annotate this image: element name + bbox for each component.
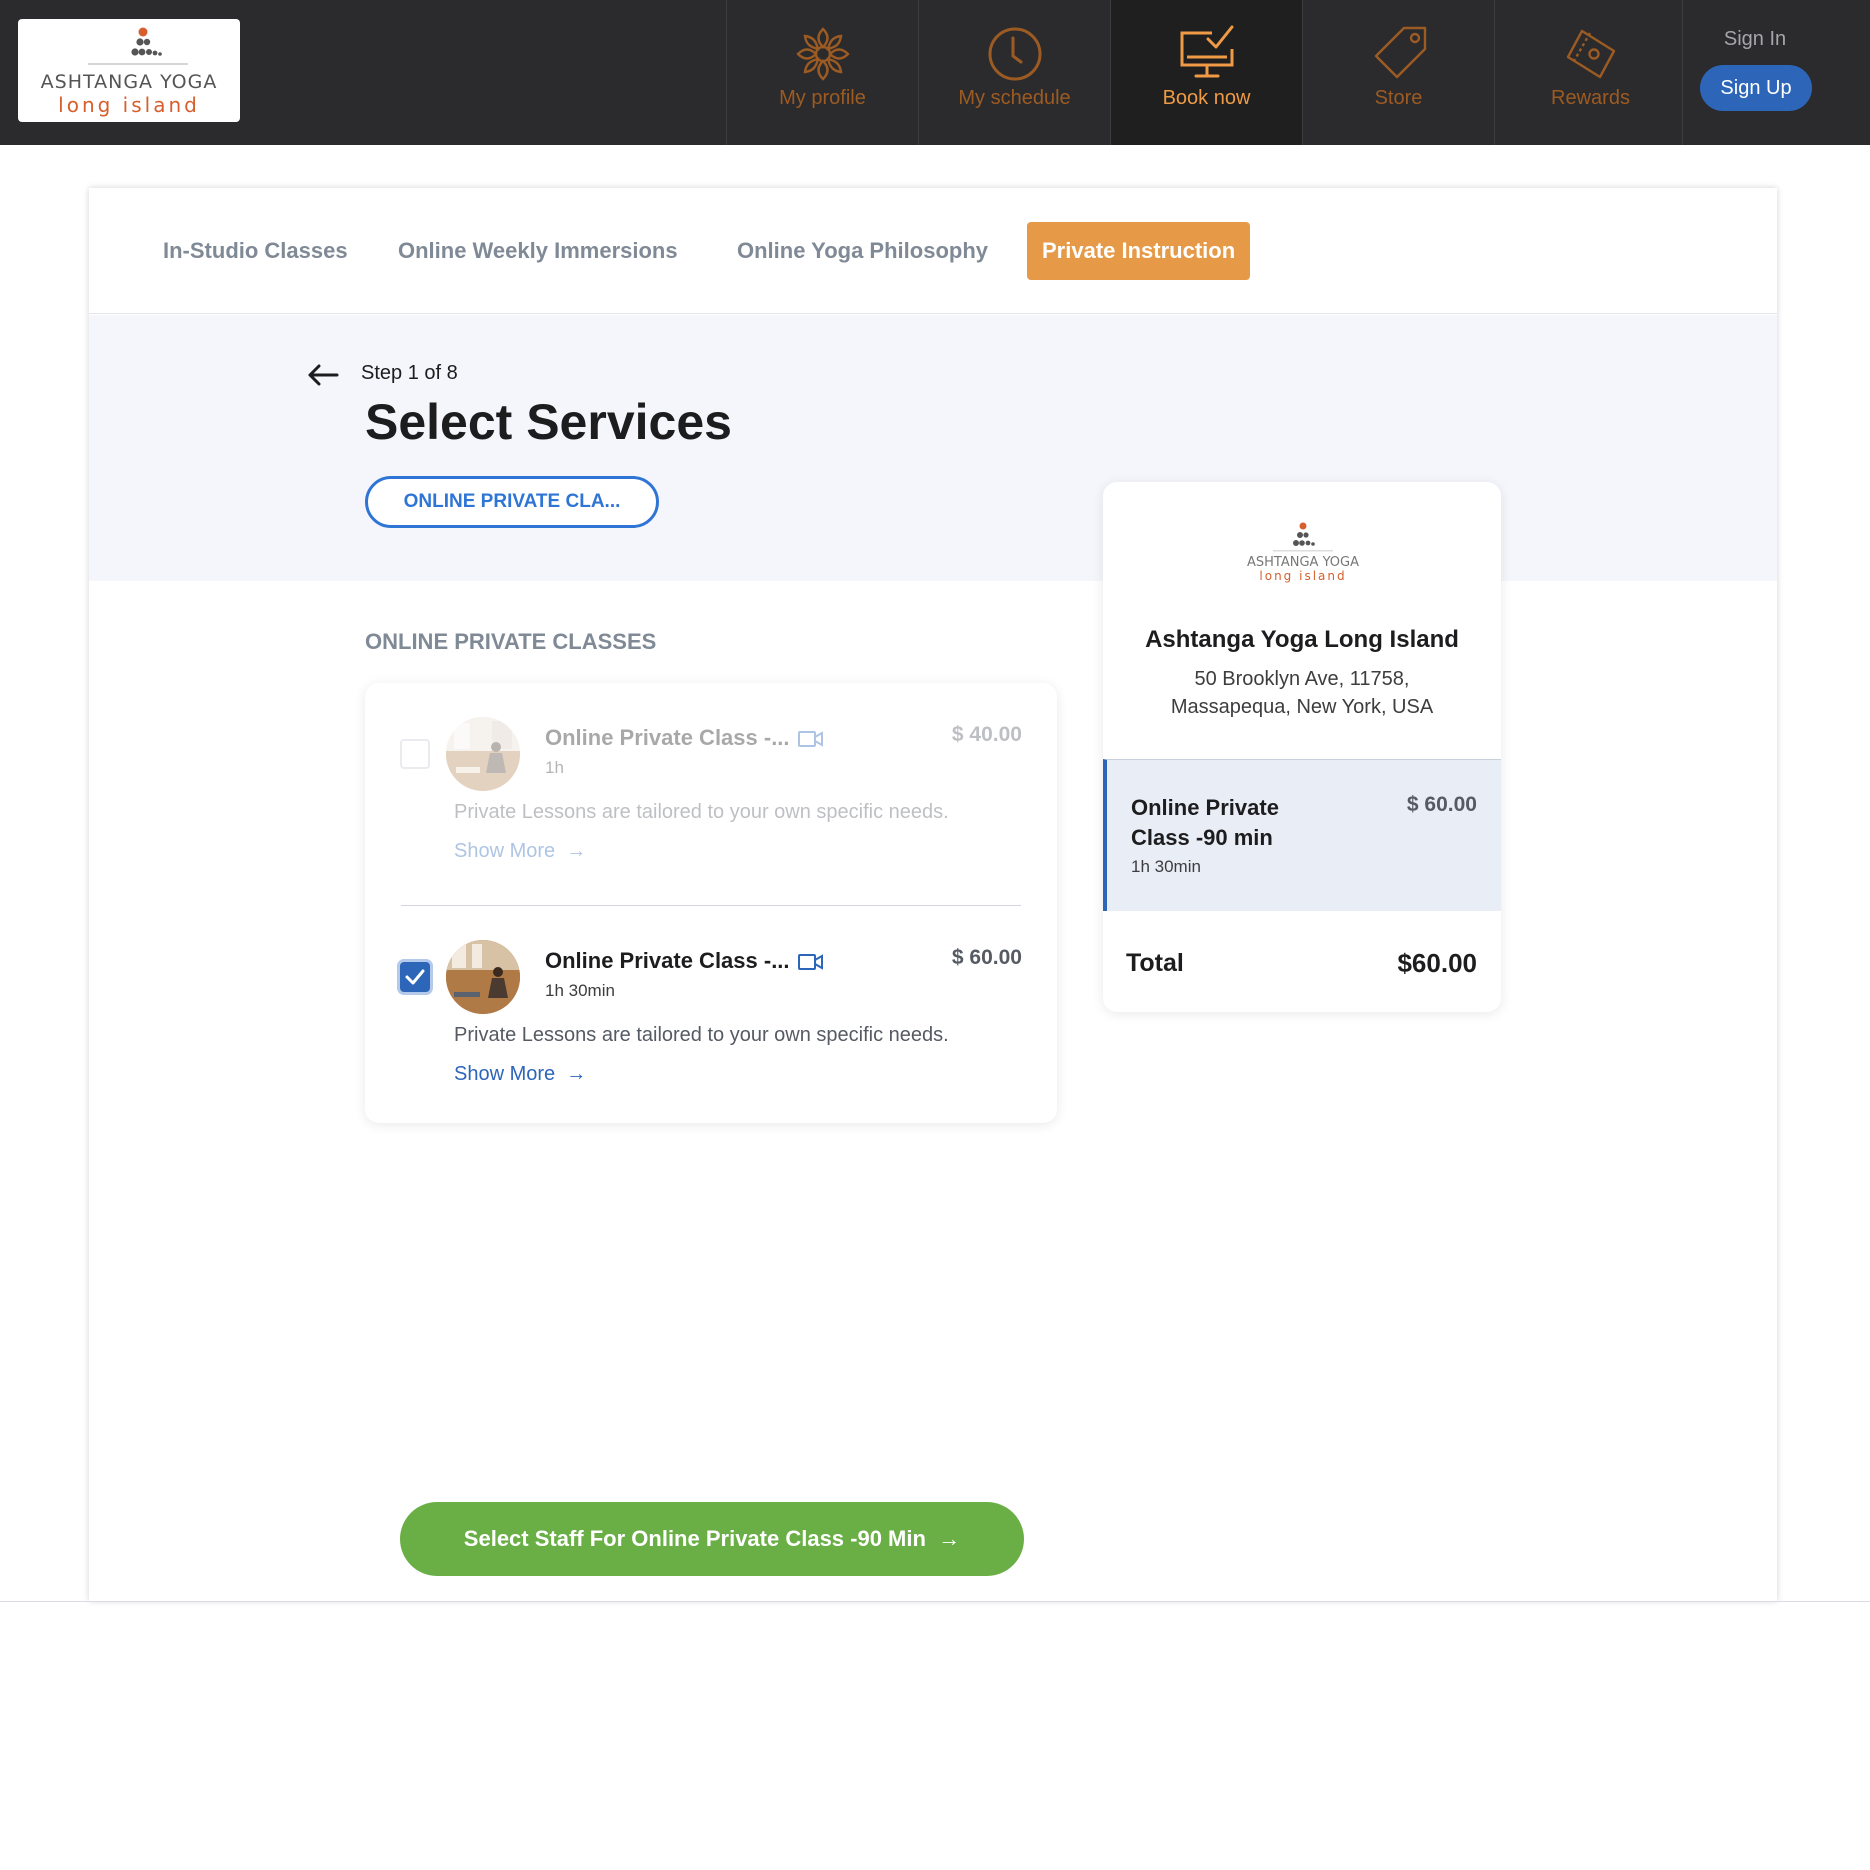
main-nav: My profile My schedule Book now Store Re… <box>726 0 1686 145</box>
nav-rewards[interactable]: Rewards <box>1494 0 1686 145</box>
category-filter-pill[interactable]: ONLINE PRIVATE CLA... <box>365 476 659 528</box>
booking-card: In-Studio Classes Online Weekly Immersio… <box>89 188 1777 1601</box>
service-duration: 1h <box>545 758 564 777</box>
video-camera-icon <box>798 954 823 970</box>
total-label: Total <box>1126 949 1184 977</box>
yoga-room-image <box>446 717 520 791</box>
service-name: Online Private Class -... <box>545 948 790 973</box>
studio-logo-small: ASHTANGA YOGA long island <box>1247 522 1359 583</box>
tab-in-studio-classes[interactable]: In-Studio Classes <box>148 222 363 280</box>
nav-label: Store <box>1374 87 1423 109</box>
auth-area: Sign In Sign Up <box>1682 0 1870 145</box>
sign-up-button[interactable]: Sign Up <box>1700 65 1812 111</box>
nav-label: Book now <box>1162 87 1251 109</box>
show-more-label: Show More <box>454 1063 556 1085</box>
selected-service-summary: Online Private Class -90 min 1h 30min $ … <box>1103 759 1501 911</box>
service-price: $ 60.00 <box>951 946 1022 969</box>
step-indicator: Step 1 of 8 <box>361 362 458 384</box>
service-item[interactable]: Online Private Class -... 1h $ 40.00 Pri… <box>365 683 1057 905</box>
logo-divider <box>88 63 188 65</box>
logo-dots-icon <box>131 27 162 56</box>
show-more-label: Show More <box>454 840 556 862</box>
arrow-right-icon: → <box>560 1063 587 1085</box>
total-value: $60.00 <box>1397 948 1477 978</box>
studio-address-line1: 50 Brooklyn Ave, 11758, <box>1194 668 1410 690</box>
service-name: Online Private Class -... <box>545 725 790 750</box>
clock-icon <box>988 27 1042 81</box>
booking-summary-panel: ASHTANGA YOGA long island Ashtanga Yoga … <box>1103 482 1501 1012</box>
service-checkbox[interactable] <box>400 962 430 992</box>
top-navigation-bar: ASHTANGA YOGA long island My profile My … <box>0 0 1870 145</box>
nav-my-schedule[interactable]: My schedule <box>918 0 1110 145</box>
studio-name: Ashtanga Yoga Long Island <box>1145 626 1459 653</box>
selected-service-price: $ 60.00 <box>1406 793 1477 816</box>
tab-online-weekly-immersions[interactable]: Online Weekly Immersions <box>383 222 693 280</box>
checkmark-icon <box>405 969 425 985</box>
service-checkbox[interactable] <box>400 739 430 769</box>
service-description: Private Lessons are tailored to your own… <box>454 801 949 823</box>
service-item[interactable]: Online Private Class -... 1h 30min $ 60.… <box>365 906 1057 1128</box>
nav-label: Rewards <box>1551 87 1630 109</box>
tab-online-yoga-philosophy[interactable]: Online Yoga Philosophy <box>722 222 1003 280</box>
sign-in-link[interactable]: Sign In <box>1683 28 1827 51</box>
tab-private-instruction[interactable]: Private Instruction <box>1027 222 1251 280</box>
service-thumbnail <box>446 717 520 791</box>
nav-store[interactable]: Store <box>1302 0 1494 145</box>
nav-book-now[interactable]: Book now <box>1110 0 1302 145</box>
page-bottom-divider <box>0 1601 1870 1602</box>
back-arrow-icon[interactable] <box>307 363 339 387</box>
tag-icon <box>1374 26 1427 79</box>
selected-service-duration: 1h 30min <box>1131 857 1201 876</box>
service-thumbnail <box>446 940 520 1014</box>
selected-service-name: Online Private Class -90 min <box>1131 795 1279 850</box>
show-more-link[interactable]: Show More → <box>454 840 586 863</box>
mandala-icon <box>796 27 850 81</box>
svg-text:ASHTANGA YOGA: ASHTANGA YOGA <box>1247 555 1359 570</box>
studio-logo[interactable]: ASHTANGA YOGA long island <box>18 19 240 122</box>
yoga-room-image <box>446 940 520 1014</box>
page-title: Select Services <box>365 394 732 450</box>
studio-address-line2: Massapequa, New York, USA <box>1170 696 1434 718</box>
section-heading: ONLINE PRIVATE CLASSES <box>365 629 657 654</box>
monitor-check-icon <box>1180 25 1234 78</box>
service-price: $ 40.00 <box>951 723 1022 746</box>
service-duration: 1h 30min <box>545 981 615 1000</box>
nav-label: My profile <box>779 87 866 109</box>
video-camera-icon <box>798 731 823 747</box>
service-description: Private Lessons are tailored to your own… <box>454 1024 949 1046</box>
select-staff-button[interactable]: Select Staff For Online Private Class -9… <box>400 1502 1024 1576</box>
nav-my-profile[interactable]: My profile <box>726 0 918 145</box>
category-tabs: In-Studio Classes Online Weekly Immersio… <box>89 188 1777 314</box>
service-list: Online Private Class -... 1h $ 40.00 Pri… <box>365 683 1057 1123</box>
show-more-link[interactable]: Show More → <box>454 1063 586 1086</box>
select-staff-label: Select Staff For Online Private Class -9… <box>463 1526 926 1551</box>
arrow-right-icon: → <box>560 840 587 862</box>
nav-label: My schedule <box>958 87 1071 109</box>
svg-text:long island: long island <box>1259 569 1346 583</box>
ticket-icon <box>1566 29 1616 79</box>
header-band <box>89 315 1777 581</box>
arrow-right-icon: → <box>932 1526 961 1551</box>
logo-text-secondary: long island <box>58 93 200 117</box>
logo-text-primary: ASHTANGA YOGA <box>40 71 218 93</box>
